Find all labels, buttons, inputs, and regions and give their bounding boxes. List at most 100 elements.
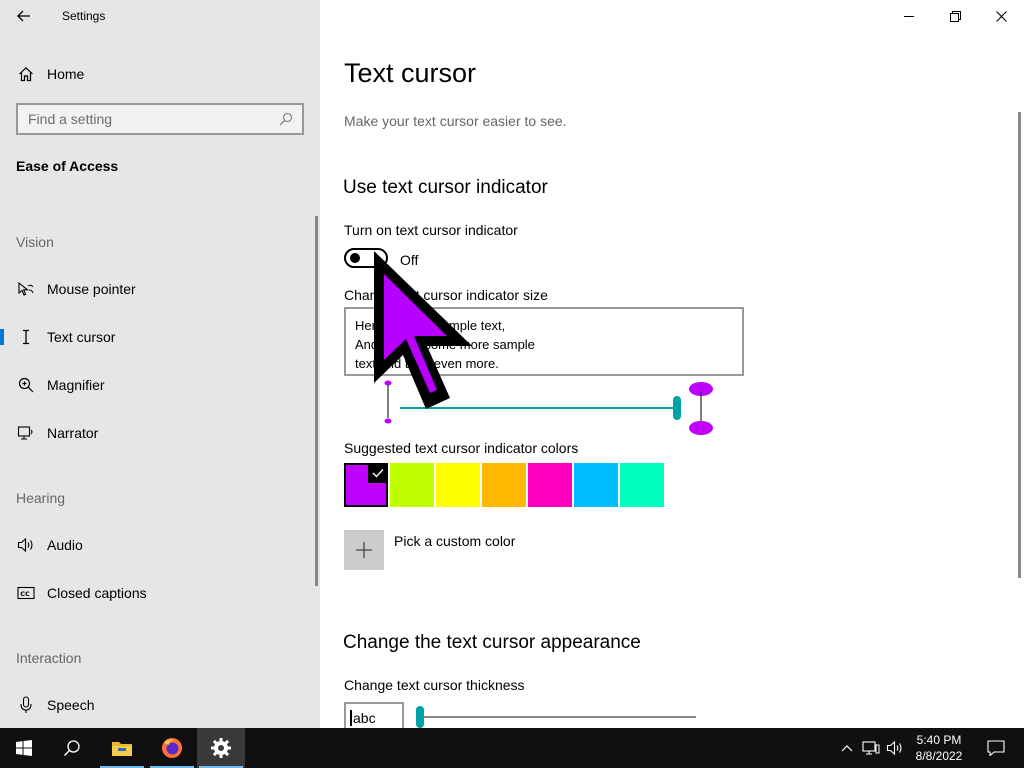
sidebar-item-label: Audio [47, 537, 83, 553]
notification-icon [987, 740, 1005, 756]
file-explorer-button[interactable] [98, 728, 146, 768]
magnifier-icon [16, 375, 36, 395]
toggle-knob [350, 253, 360, 263]
group-header-hearing: Hearing [16, 490, 66, 506]
thickness-slider[interactable] [414, 706, 704, 730]
minimize-icon [904, 16, 914, 17]
color-swatch[interactable] [344, 463, 388, 507]
sidebar-item-label: Magnifier [47, 377, 105, 393]
firefox-icon [162, 738, 182, 758]
clock-time: 5:40 PM [916, 733, 962, 747]
search-icon[interactable] [276, 109, 296, 129]
search-box[interactable] [16, 103, 304, 135]
speaker-icon [16, 535, 36, 555]
taskbar: 5:40 PM 8/8/2022 [0, 728, 1024, 768]
color-swatch[interactable] [528, 463, 572, 507]
group-header-vision: Vision [16, 234, 54, 250]
sidebar-item-text-cursor[interactable]: Text cursor [0, 317, 316, 357]
show-hidden-icons-button[interactable] [836, 728, 858, 768]
color-swatch[interactable] [574, 463, 618, 507]
folder-icon [112, 742, 132, 756]
checkmark-icon [368, 463, 388, 483]
thickness-label: Change text cursor thickness [344, 677, 525, 693]
sidebar-item-mouse-pointer[interactable]: Mouse pointer [0, 269, 316, 309]
sidebar-item-audio[interactable]: Audio [0, 525, 316, 565]
color-swatches [344, 463, 666, 509]
windows-logo-icon [16, 740, 32, 756]
search-button[interactable] [48, 728, 96, 768]
action-center-button[interactable] [976, 728, 1016, 768]
gear-icon [211, 738, 231, 758]
preview-indicator-marker [425, 315, 441, 325]
small-indicator-icon [384, 380, 392, 424]
group-header-interaction: Interaction [16, 650, 82, 666]
sidebar-item-closed-captions[interactable]: CC Closed captions [0, 573, 316, 613]
mouse-pointer-icon [16, 279, 36, 299]
page-subtitle: Make your text cursor easier to see. [344, 113, 567, 129]
close-button[interactable] [978, 0, 1024, 32]
colors-label: Suggested text cursor indicator colors [344, 440, 579, 456]
content-scrollbar[interactable] [1018, 112, 1021, 578]
thickness-preview-text: abc [353, 710, 376, 726]
custom-color-button[interactable] [344, 530, 384, 570]
sidebar-item-narrator[interactable]: Narrator [0, 413, 316, 453]
app-title: Settings [62, 9, 106, 23]
narrator-icon [16, 423, 36, 443]
page-title: Text cursor [344, 58, 477, 88]
network-icon [862, 741, 880, 755]
slider-thumb[interactable] [673, 396, 681, 420]
indicator-size-slider[interactable] [380, 380, 720, 440]
nav-home-label: Home [47, 66, 85, 82]
minimize-button[interactable] [886, 0, 932, 32]
sidebar-item-label: Speech [47, 697, 95, 713]
volume-button[interactable] [884, 728, 906, 768]
sidebar-item-label: Closed captions [47, 585, 147, 601]
text-cursor-indicator-toggle[interactable] [344, 248, 388, 268]
microphone-icon [16, 695, 36, 715]
toggle-label: Turn on text cursor indicator [344, 222, 518, 238]
chevron-up-icon [841, 745, 853, 752]
back-button[interactable] [8, 4, 40, 28]
firefox-button[interactable] [148, 728, 196, 768]
preview-line: Here is some sample text, [355, 318, 506, 333]
preview-line: text and then even more. [355, 356, 499, 371]
search-input[interactable] [18, 111, 276, 127]
large-indicator-icon [689, 382, 713, 435]
sidebar-item-label: Mouse pointer [47, 281, 136, 297]
title-bar: Settings [0, 0, 320, 32]
sidebar-item-speech[interactable]: Speech [0, 685, 316, 725]
sidebar: Settings Home Ease of Access Vision Mous… [0, 0, 320, 728]
custom-color-label[interactable]: Pick a custom color [394, 533, 515, 549]
speaker-icon [886, 740, 902, 756]
closed-captions-icon: CC [16, 583, 36, 603]
color-swatch[interactable] [620, 463, 664, 507]
text-cursor-icon [16, 327, 36, 347]
section-heading-appearance: Change the text cursor appearance [343, 632, 641, 653]
settings-taskbar-button[interactable] [197, 728, 245, 768]
sidebar-item-label: Text cursor [47, 329, 116, 345]
sidebar-item-label: Narrator [47, 425, 99, 441]
home-icon [16, 64, 36, 84]
color-swatch[interactable] [390, 463, 434, 507]
sidebar-scrollbar[interactable] [315, 216, 318, 586]
sample-text-preview: Here is some sample text, And here is so… [344, 307, 744, 376]
current-section-title: Ease of Access [16, 158, 119, 174]
close-icon [995, 10, 1007, 22]
sidebar-item-magnifier[interactable]: Magnifier [0, 365, 316, 405]
section-heading-indicator: Use text cursor indicator [343, 177, 548, 198]
restore-button[interactable] [932, 0, 978, 32]
slider-thumb[interactable] [416, 706, 424, 728]
network-button[interactable] [860, 728, 882, 768]
clock-date: 8/8/2022 [915, 749, 963, 763]
svg-text:CC: CC [20, 590, 30, 598]
back-arrow-icon [17, 10, 30, 22]
color-swatch[interactable] [436, 463, 480, 507]
taskbar-clock[interactable]: 5:40 PM 8/8/2022 [908, 732, 970, 764]
text-caret [350, 710, 352, 726]
start-button[interactable] [0, 728, 48, 768]
search-icon [63, 740, 80, 757]
indicator-size-label: Change text cursor indicator size [344, 287, 548, 303]
color-swatch[interactable] [482, 463, 526, 507]
nav-home[interactable]: Home [0, 56, 320, 92]
restore-icon [949, 10, 961, 22]
